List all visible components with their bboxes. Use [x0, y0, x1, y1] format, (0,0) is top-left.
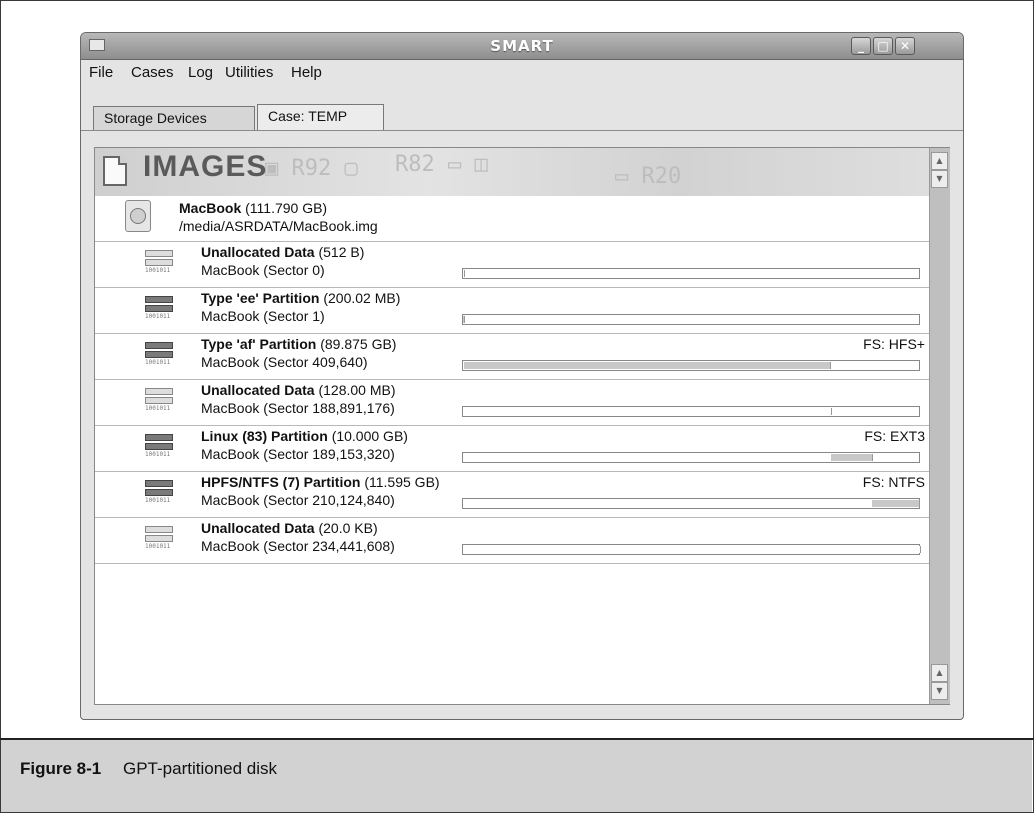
- partition-row[interactable]: 1001011 Unallocated Data (512 B) MacBook (…: [95, 242, 929, 288]
- partition-row[interactable]: 1001011 Unallocated Data (20.0 KB) MacBook…: [95, 518, 929, 564]
- partition-extent-fill: [831, 454, 873, 461]
- partition-size: (11.595 GB): [364, 474, 440, 490]
- smart-window: SMART _ □ ✕ File Cases Log Utilities Hel…: [80, 32, 964, 720]
- banner-graphic: ▭ R20: [615, 164, 682, 189]
- partition-extent-bar: [462, 268, 920, 279]
- partition-size: (512 B): [318, 244, 365, 260]
- disk-name: MacBook: [179, 200, 242, 216]
- tab-divider: [81, 130, 963, 131]
- partition-location: MacBook (Sector 409,640): [201, 354, 368, 370]
- partition-size: (20.0 KB): [318, 520, 378, 536]
- partition-title: Type 'af' Partition (89.875 GB): [201, 336, 396, 352]
- partition-extent-bar: [462, 452, 920, 463]
- minimize-button[interactable]: _: [851, 37, 871, 55]
- banner-graphic: R82 ▭ ◫: [395, 152, 488, 177]
- vertical-scrollbar[interactable]: ▲ ▼ ▲ ▼: [929, 148, 950, 704]
- partition-row[interactable]: 1001011 Type 'af' Partition (89.875 GB) Ma…: [95, 334, 929, 380]
- partition-title: HPFS/NTFS (7) Partition (11.595 GB): [201, 474, 440, 490]
- partition-extent-fill: [463, 316, 465, 323]
- partition-size: (10.000 GB): [331, 428, 408, 444]
- disk-size: (111.790 GB): [245, 200, 328, 216]
- partition-extent-bar: [462, 314, 920, 325]
- figure-label: Figure 8-1: [20, 759, 102, 778]
- partition-row[interactable]: 1001011 Unallocated Data (128.00 MB) MacBo…: [95, 380, 929, 426]
- partition-extent-fill: [463, 270, 465, 277]
- partition-name: Linux (83) Partition: [201, 428, 328, 444]
- scroll-up-icon[interactable]: ▲: [931, 664, 948, 682]
- scroll-up-icon[interactable]: ▲: [931, 152, 948, 170]
- partition-location: MacBook (Sector 1): [201, 308, 325, 324]
- partition-name: Unallocated Data: [201, 520, 315, 536]
- partition-title: Unallocated Data (128.00 MB): [201, 382, 396, 398]
- filesystem-label: FS: EXT3: [864, 428, 925, 444]
- partition-location: MacBook (Sector 0): [201, 262, 325, 278]
- partition-icon: 1001011: [145, 342, 173, 368]
- partition-row[interactable]: 1001011 HPFS/NTFS (7) Partition (11.595 G…: [95, 472, 929, 518]
- partition-extent-bar: [462, 498, 920, 509]
- filesystem-label: FS: HFS+: [863, 336, 925, 352]
- figure-caption-text: GPT-partitioned disk: [123, 759, 278, 778]
- scroll-down-icon[interactable]: ▼: [931, 682, 948, 700]
- partition-extent-bar: [462, 406, 920, 417]
- partition-name: Unallocated Data: [201, 382, 315, 398]
- unallocated-icon: 1001011: [145, 250, 173, 276]
- partition-location: MacBook (Sector 189,153,320): [201, 446, 395, 462]
- partition-row[interactable]: 1001011 Type 'ee' Partition (200.02 MB) Ma…: [95, 288, 929, 334]
- partition-location: MacBook (Sector 234,441,608): [201, 538, 395, 554]
- partition-title: Unallocated Data (512 B): [201, 244, 364, 260]
- window-title: SMART: [490, 37, 554, 55]
- partition-extent-fill: [872, 500, 920, 507]
- banner-graphic: ▣ R92 ▢: [265, 156, 358, 181]
- menu-help[interactable]: Help: [291, 64, 322, 81]
- filesystem-label: FS: NTFS: [862, 474, 925, 490]
- menu-bar: File Cases Log Utilities Help: [81, 60, 963, 84]
- disk-image-icon: [125, 200, 151, 232]
- maximize-button[interactable]: □: [873, 37, 893, 55]
- partition-title: Linux (83) Partition (10.000 GB): [201, 428, 408, 444]
- menu-file[interactable]: File: [89, 64, 113, 81]
- scroll-down-icon[interactable]: ▼: [931, 170, 948, 188]
- partition-extent-fill: [464, 362, 831, 369]
- partition-extent-bar: [462, 544, 921, 555]
- menu-log[interactable]: Log: [188, 64, 213, 81]
- partition-size: (89.875 GB): [320, 336, 397, 352]
- document-icon: [103, 156, 127, 186]
- partition-name: Unallocated Data: [201, 244, 315, 260]
- images-panel: ▣ R92 ▢ R82 ▭ ◫ ▭ R20 IMAGES MacBook (11…: [94, 147, 950, 705]
- section-heading: IMAGES: [143, 150, 268, 183]
- tab-strip: Storage Devices Case: TEMP: [81, 85, 963, 131]
- partition-title: Type 'ee' Partition (200.02 MB): [201, 290, 400, 306]
- menu-utilities[interactable]: Utilities: [225, 64, 273, 81]
- partition-title: Unallocated Data (20.0 KB): [201, 520, 378, 536]
- partition-icon: 1001011: [145, 296, 173, 322]
- partition-name: Type 'ee' Partition: [201, 290, 320, 306]
- unallocated-icon: 1001011: [145, 388, 173, 414]
- partition-icon: 1001011: [145, 480, 173, 506]
- menu-cases[interactable]: Cases: [131, 64, 174, 81]
- partition-size: (200.02 MB): [323, 290, 401, 306]
- figure-caption: Figure 8-1 GPT-partitioned disk: [1, 740, 1032, 812]
- images-banner: ▣ R92 ▢ R82 ▭ ◫ ▭ R20 IMAGES: [95, 148, 929, 197]
- disk-path: /media/ASRDATA/MacBook.img: [179, 218, 378, 234]
- partition-name: Type 'af' Partition: [201, 336, 317, 352]
- partition-name: HPFS/NTFS (7) Partition: [201, 474, 361, 490]
- partition-extent-bar: [462, 360, 920, 371]
- partition-extent-fill: [830, 408, 832, 415]
- title-bar[interactable]: SMART _ □ ✕: [81, 33, 963, 60]
- partition-size: (128.00 MB): [318, 382, 396, 398]
- partition-location: MacBook (Sector 188,891,176): [201, 400, 395, 416]
- disk-title: MacBook (111.790 GB): [179, 200, 327, 216]
- tab-case-temp[interactable]: Case: TEMP: [257, 104, 384, 131]
- partition-location: MacBook (Sector 210,124,840): [201, 492, 395, 508]
- partition-extent-fill: [919, 546, 921, 553]
- close-button[interactable]: ✕: [895, 37, 915, 55]
- unallocated-icon: 1001011: [145, 526, 173, 552]
- partition-icon: 1001011: [145, 434, 173, 460]
- disk-image-row[interactable]: MacBook (111.790 GB) /media/ASRDATA/MacB…: [95, 196, 929, 242]
- partition-row[interactable]: 1001011 Linux (83) Partition (10.000 GB) M…: [95, 426, 929, 472]
- tab-storage-devices[interactable]: Storage Devices: [93, 106, 255, 130]
